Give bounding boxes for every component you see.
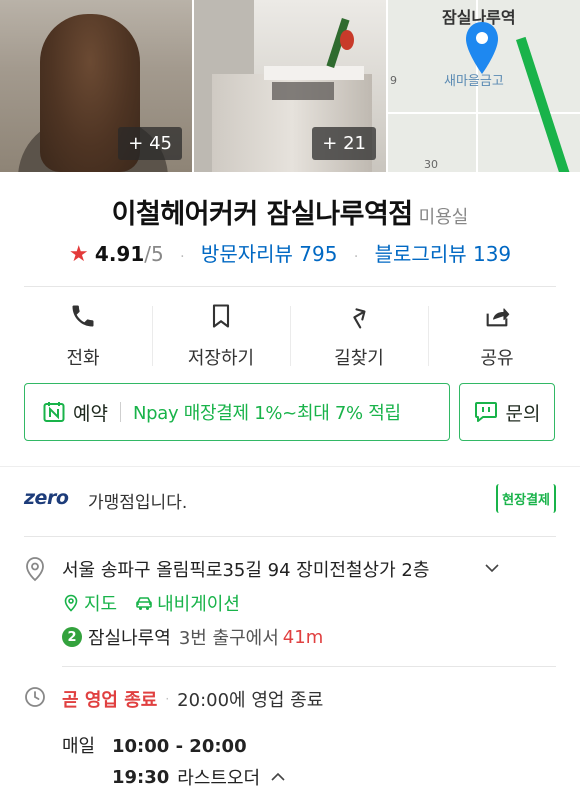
zeropay-text: 가맹점입니다.	[88, 493, 188, 513]
photo-strip: + 45 + 21 잠실나루역 새마을금고 9 30	[0, 0, 580, 172]
onsite-payment-badge: 현장결제	[496, 484, 556, 513]
rating-row: ★ 4.91/5 · 방문자리뷰 795 · 블로그리뷰 139	[0, 238, 580, 267]
schedule-day: 매일	[62, 736, 96, 757]
place-name: 이철헤어커커 잠실나루역점	[111, 199, 413, 230]
chevron-up-icon[interactable]	[270, 769, 286, 785]
reservation-button[interactable]: 예약 Npay 매장결제 1%~최대 7% 적립	[24, 383, 450, 441]
rating-score: 4.91	[94, 242, 145, 266]
photo-hair[interactable]: + 45	[0, 0, 192, 172]
action-bar: 전화 저장하기 길찾기 공유	[14, 302, 566, 370]
map-pin-icon	[466, 22, 498, 74]
visitor-review-link[interactable]: 방문자리뷰 795	[201, 242, 338, 266]
photo-salon[interactable]: + 21	[194, 0, 386, 172]
reservation-label: 예약	[73, 402, 108, 425]
last-order-row[interactable]: 19:30 라스트오더	[112, 764, 286, 790]
map-subway-line	[516, 36, 572, 172]
schedule-time: 10:00 - 20:00	[112, 736, 247, 757]
location-pin-icon	[26, 557, 44, 582]
inquiry-button[interactable]: 문의	[459, 383, 555, 441]
address-text[interactable]: 서울 송파구 올림픽로35길 94 장미전철상가 2층	[62, 556, 429, 582]
save-label: 저장하기	[187, 348, 255, 369]
blog-review-link[interactable]: 블로그리뷰 139	[375, 242, 512, 266]
share-label: 공유	[480, 348, 514, 369]
photo-flower	[340, 30, 354, 50]
navigation-link[interactable]: 내비게이션	[157, 590, 240, 616]
section-divider	[0, 466, 580, 467]
chevron-down-icon[interactable]	[484, 560, 500, 576]
separator-dot: ·	[353, 249, 359, 265]
separator-dot: ·	[165, 692, 170, 706]
photo-counter-top	[264, 66, 364, 80]
daily-schedule: 매일 10:00 - 20:00	[62, 732, 247, 758]
closing-time-note: 20:00에 영업 종료	[177, 690, 324, 711]
naver-calendar-icon	[43, 402, 65, 422]
share-button[interactable]: 공유	[428, 302, 566, 370]
last-order-label: 라스트오더	[177, 768, 261, 789]
car-navigation-icon	[136, 597, 152, 610]
subway-line-badge: 2	[62, 627, 82, 647]
directions-button[interactable]: 길찾기	[290, 302, 428, 370]
map-link[interactable]: 지도	[84, 590, 117, 616]
chat-icon	[474, 402, 497, 422]
directions-label: 길찾기	[334, 348, 384, 369]
call-button[interactable]: 전화	[14, 302, 152, 370]
directions-icon	[353, 308, 366, 329]
address-links: 지도 내비게이션	[62, 590, 240, 616]
map-thumbnail[interactable]: 잠실나루역 새마을금고 9 30	[388, 0, 580, 172]
zeropay-row: zero 가맹점입니다. 현장결제	[24, 484, 556, 514]
subway-info: 2 잠실나루역 3번 출구에서 41m	[62, 624, 323, 650]
subway-distance: 41m	[282, 626, 324, 648]
phone-icon	[72, 305, 94, 327]
place-header: 이철헤어커커 잠실나루역점 미용실	[0, 192, 580, 231]
npay-benefit-text: Npay 매장결제 1%~최대 7% 적립	[132, 403, 401, 424]
subway-exit: 3번 출구에서	[178, 628, 279, 649]
last-order-time: 19:30	[112, 766, 170, 788]
separator-dot: ·	[180, 249, 185, 265]
share-icon	[486, 308, 510, 327]
inquiry-label: 문의	[505, 402, 541, 425]
save-button[interactable]: 저장하기	[152, 302, 290, 370]
zeropay-logo: zero	[24, 487, 69, 509]
star-icon: ★	[68, 242, 89, 267]
map-pin-small-icon	[64, 594, 78, 612]
map-number: 30	[424, 158, 438, 171]
divider	[24, 536, 556, 537]
map-road	[388, 112, 580, 114]
closing-soon-status: 곧 영업 종료	[62, 690, 158, 711]
photo-count-badge: + 21	[312, 127, 376, 160]
divider	[62, 666, 556, 667]
map-number: 9	[390, 74, 397, 87]
subway-station: 잠실나루역	[88, 628, 171, 649]
call-label: 전화	[66, 348, 100, 369]
place-category: 미용실	[418, 207, 469, 228]
divider	[24, 286, 556, 287]
hours-status-row: 곧 영업 종료 · 20:00에 영업 종료	[62, 686, 323, 712]
rating-max: /5	[144, 242, 164, 266]
photo-counter-logo	[272, 82, 334, 100]
bookmark-icon	[212, 304, 230, 328]
clock-icon	[25, 687, 45, 707]
separator	[119, 402, 121, 422]
photo-count-badge: + 45	[118, 127, 182, 160]
